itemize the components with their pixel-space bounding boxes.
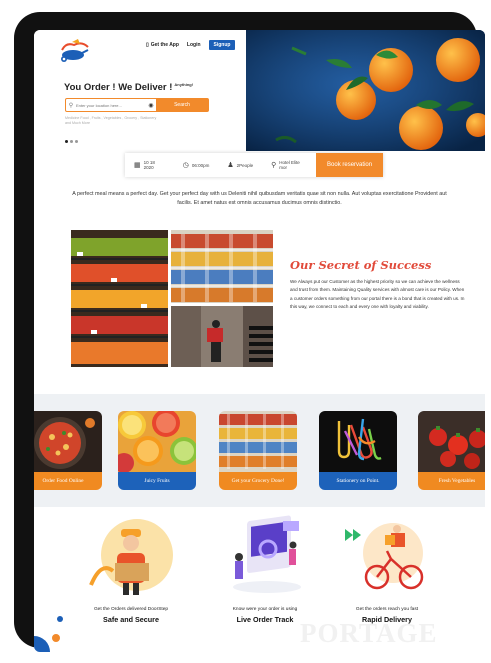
phone-icon: ▯	[146, 42, 149, 48]
corner-decoration	[34, 616, 63, 652]
location-input[interactable]	[76, 99, 146, 111]
headline-text: You Order ! We Deliver !	[64, 82, 173, 94]
clock-icon: ◷	[182, 162, 189, 169]
search-examples: Medicine Food , Fruits , Vegetables , Gr…	[65, 116, 157, 125]
photo-collage	[71, 230, 273, 367]
carousel-dot[interactable]	[70, 140, 73, 143]
tablet-frame: ▯ Get the App Login Signup You Order ! W…	[14, 12, 485, 652]
booking-date[interactable]: ▦ 10 18 2020	[125, 160, 174, 170]
calendar-icon: ▦	[134, 162, 141, 169]
search-button[interactable]: Search	[156, 99, 208, 111]
get-app-link[interactable]: ▯ Get the App	[146, 42, 179, 48]
intro-text: A perfect meal means a perfect day. Get …	[72, 191, 447, 206]
citrus-fruits-image	[118, 411, 196, 472]
feature-subtitle: Get the Orders delivered DoorStep	[93, 607, 169, 612]
order-tracking-illustration	[233, 515, 301, 593]
category-card-vegetables[interactable]: Fresh Vegetables	[418, 411, 485, 490]
book-reservation-button[interactable]: Book reservation	[316, 153, 383, 177]
delivery-rider-image	[171, 306, 273, 367]
grocery-shelves-image	[219, 411, 297, 472]
paper-clips-image	[319, 411, 397, 472]
feature-title: Safe and Secure	[103, 615, 159, 624]
map-pin-icon: ⚲	[271, 162, 277, 169]
brand-logo[interactable]	[56, 38, 92, 64]
categories-strip: Order Food Online Juicy Fruits Get your …	[34, 394, 485, 507]
hero-headline: You Order ! We Deliver ! Anything!	[64, 82, 193, 93]
top-nav: ▯ Get the App Login Signup	[146, 40, 236, 50]
feature-subtitle: Know were your order is using	[232, 607, 298, 612]
feature-rapid-delivery: Get the orders reach you fast Rapid Deli…	[332, 515, 442, 624]
bike-courier-illustration	[345, 523, 424, 590]
signup-button[interactable]: Signup	[208, 40, 236, 50]
carousel-dot[interactable]	[65, 140, 68, 143]
page-screen: ▯ Get the App Login Signup You Order ! W…	[34, 30, 485, 652]
booking-people[interactable]: ♟ 2People	[218, 161, 262, 169]
booking-location-label: Hotel Elite mor	[279, 160, 300, 170]
secret-title: Our Secret of Success	[290, 258, 432, 272]
category-label: Juicy Fruits	[118, 472, 196, 490]
category-card-fruits[interactable]: Juicy Fruits	[118, 411, 196, 490]
booking-people-label: 2People	[236, 162, 254, 168]
booking-time[interactable]: ◷ 06:00pm	[174, 161, 219, 169]
carousel-dot[interactable]	[75, 140, 78, 143]
booking-time-label: 06:00pm	[191, 162, 210, 168]
booking-bar: ▦ 10 18 2020 ◷ 06:00pm ♟ 2People ⚲ Hotel Eli…	[125, 153, 383, 177]
food-pan-image	[34, 411, 102, 472]
grocery-aisle-image	[171, 230, 273, 303]
category-label: Stationery on Point.	[319, 472, 397, 490]
category-label: Order Food Online	[34, 472, 102, 490]
doorstep-delivery-illustration	[89, 519, 173, 595]
brand-watermark: PORTAGE	[300, 618, 438, 648]
locate-icon[interactable]: ◉	[146, 99, 156, 111]
tomatoes-image	[418, 411, 485, 472]
hero-left: ▯ Get the App Login Signup You Order ! W…	[34, 30, 246, 170]
feature-subtitle: Get the orders reach you fast	[355, 607, 419, 612]
get-app-label: Get the App	[150, 42, 179, 48]
category-label: Get your Grocery Done!	[219, 472, 297, 490]
category-card-grocery[interactable]: Get your Grocery Done!	[219, 411, 297, 490]
booking-location[interactable]: ⚲ Hotel Elite mor	[262, 160, 316, 170]
location-search: ⚲ ◉ Search	[65, 98, 209, 112]
carousel-dots[interactable]	[65, 140, 78, 143]
secret-text: We Always put our Customer as the highes…	[290, 279, 465, 310]
people-icon: ♟	[227, 162, 234, 169]
hero-oranges-image	[246, 30, 485, 151]
feature-live-track: Know were your order is using Live Order…	[210, 515, 320, 624]
category-label: Fresh Vegetables	[418, 472, 485, 490]
booking-date-label: 10 18 2020	[143, 160, 155, 170]
produce-shelf-image	[71, 230, 168, 367]
headline-tag: Anything!	[174, 82, 194, 87]
feature-safe-secure: Get the Orders delivered DoorStep Safe a…	[76, 515, 186, 624]
search-icon: ⚲	[68, 102, 74, 109]
category-card-stationery[interactable]: Stationery on Point.	[319, 411, 397, 490]
category-card-food[interactable]: Order Food Online	[34, 411, 102, 490]
login-link[interactable]: Login	[187, 42, 201, 48]
